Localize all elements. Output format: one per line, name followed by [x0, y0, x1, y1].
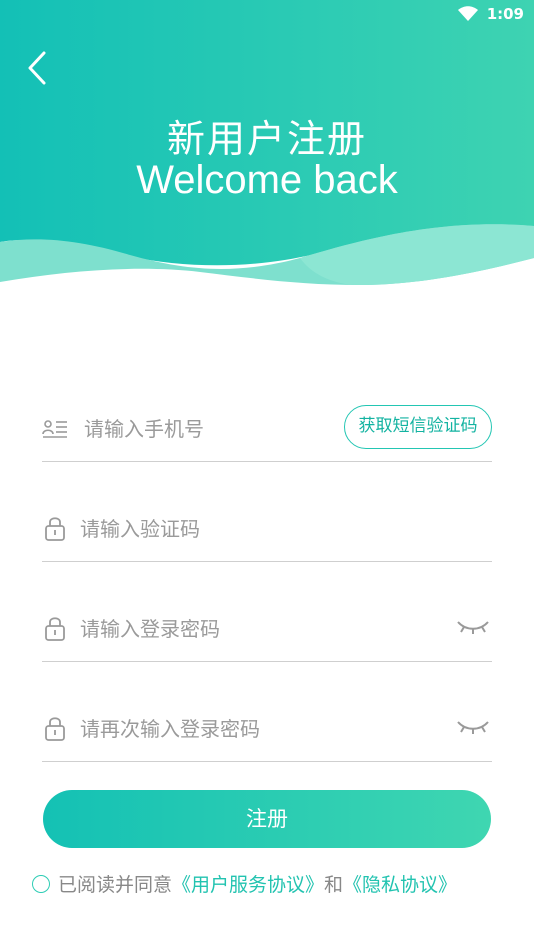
phone-row: 获取短信验证码 [42, 362, 492, 462]
eye-closed-icon[interactable] [456, 619, 490, 635]
phone-input[interactable] [84, 411, 364, 447]
password-input[interactable] [80, 611, 360, 647]
lock-icon [45, 717, 65, 741]
get-sms-code-button[interactable]: 获取短信验证码 [344, 405, 492, 449]
agreement-checkbox[interactable] [32, 875, 50, 893]
eye-closed-icon[interactable] [456, 719, 490, 735]
code-row [42, 462, 492, 562]
page-subtitle: Welcome back [136, 158, 398, 202]
wifi-icon [458, 6, 478, 21]
user-agreement-link[interactable]: 《用户服务协议》 [172, 874, 324, 896]
privacy-policy-link[interactable]: 《隐私协议》 [343, 874, 457, 896]
status-bar: 1:09 [0, 0, 534, 28]
id-card-icon [42, 420, 67, 438]
page-title: 新用户注册 [166, 117, 367, 161]
register-button[interactable]: 注册 [43, 790, 491, 848]
lock-icon [45, 517, 65, 541]
lock-icon [45, 617, 65, 641]
password-row [42, 562, 492, 662]
agreement-line: 已阅读并同意《用户服务协议》和《隐私协议》 [32, 870, 512, 898]
header-banner: 1:09 新用户注册 Welcome back [0, 0, 534, 300]
chevron-left-icon [28, 51, 46, 85]
status-time: 1:09 [486, 5, 524, 23]
confirm-password-row [42, 662, 492, 762]
agreement-and: 和 [324, 874, 344, 896]
back-button[interactable] [24, 50, 52, 86]
confirm-password-input[interactable] [80, 711, 360, 747]
agreement-prefix: 已阅读并同意 [58, 874, 173, 896]
verification-code-input[interactable] [80, 511, 360, 547]
register-form: 获取短信验证码 [42, 362, 492, 762]
